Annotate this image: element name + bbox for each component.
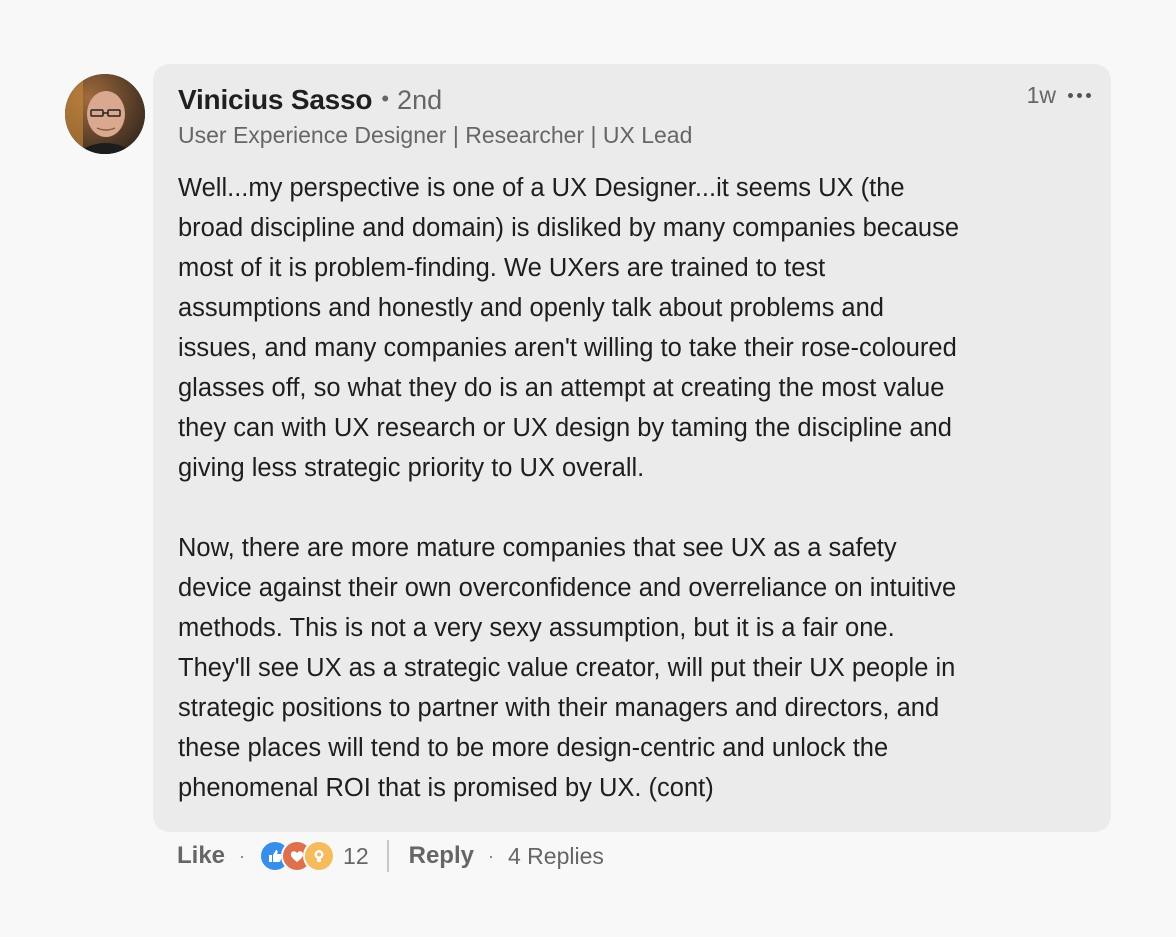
comment-line: Now, there are more mature companies tha… bbox=[178, 534, 897, 562]
comment-line: methods. This is not a very sexy assumpt… bbox=[178, 614, 895, 642]
comment-line: most of it is problem-finding. We UXers … bbox=[178, 254, 826, 282]
comment-bubble: Vinicius Sasso • 2nd User Experience Des… bbox=[153, 64, 1111, 832]
comment-actions: Like · 12 Reply · 4 Replies bbox=[177, 838, 604, 874]
comment-text: Well...my perspective is one of a UX Des… bbox=[178, 168, 1093, 808]
insightful-icon bbox=[303, 840, 336, 872]
comment-line: these places will tend to be more design… bbox=[178, 734, 889, 762]
comment-line: giving less strategic priority to UX ove… bbox=[178, 454, 645, 482]
avatar[interactable] bbox=[65, 74, 145, 154]
replies-link[interactable]: 4 Replies bbox=[508, 843, 604, 870]
comment-meta: 1w bbox=[1027, 82, 1093, 109]
action-divider bbox=[386, 840, 389, 872]
paragraph-break bbox=[178, 488, 1093, 528]
comment-line: issues, and many companies aren't willin… bbox=[178, 334, 957, 362]
comment-line: device against their own overconfidence … bbox=[178, 574, 957, 602]
avatar-photo bbox=[65, 74, 145, 154]
separator-dot: • bbox=[381, 86, 390, 111]
comment-line: strategic positions to partner with thei… bbox=[178, 694, 940, 722]
comment-line: They'll see UX as a strategic value crea… bbox=[178, 654, 956, 682]
author-name[interactable]: Vinicius Sasso bbox=[178, 84, 373, 116]
timestamp: 1w bbox=[1026, 82, 1056, 108]
separator-dot: · bbox=[487, 845, 494, 866]
author-headline: User Experience Designer | Researcher | … bbox=[178, 122, 693, 148]
reactions-summary[interactable]: 12 bbox=[259, 840, 369, 872]
author-row: Vinicius Sasso • 2nd bbox=[178, 84, 442, 116]
comment-line: Well...my perspective is one of a UX Des… bbox=[178, 174, 905, 202]
comment-line: broad discipline and domain) is disliked… bbox=[178, 214, 960, 242]
connection-degree: 2nd bbox=[397, 85, 443, 115]
like-button[interactable]: Like bbox=[177, 842, 225, 870]
more-options-icon[interactable] bbox=[1066, 89, 1093, 102]
comment-line: assumptions and honestly and openly talk… bbox=[178, 294, 884, 322]
comment-line: they can with UX research or UX design b… bbox=[178, 414, 952, 442]
reply-button[interactable]: Reply bbox=[409, 842, 474, 870]
separator-dot: · bbox=[239, 845, 246, 866]
reaction-count: 12 bbox=[343, 842, 369, 869]
comment-line: phenomenal ROI that is promised by UX. (… bbox=[178, 774, 714, 802]
comment-line: glasses off, so what they do is an attem… bbox=[178, 374, 945, 402]
